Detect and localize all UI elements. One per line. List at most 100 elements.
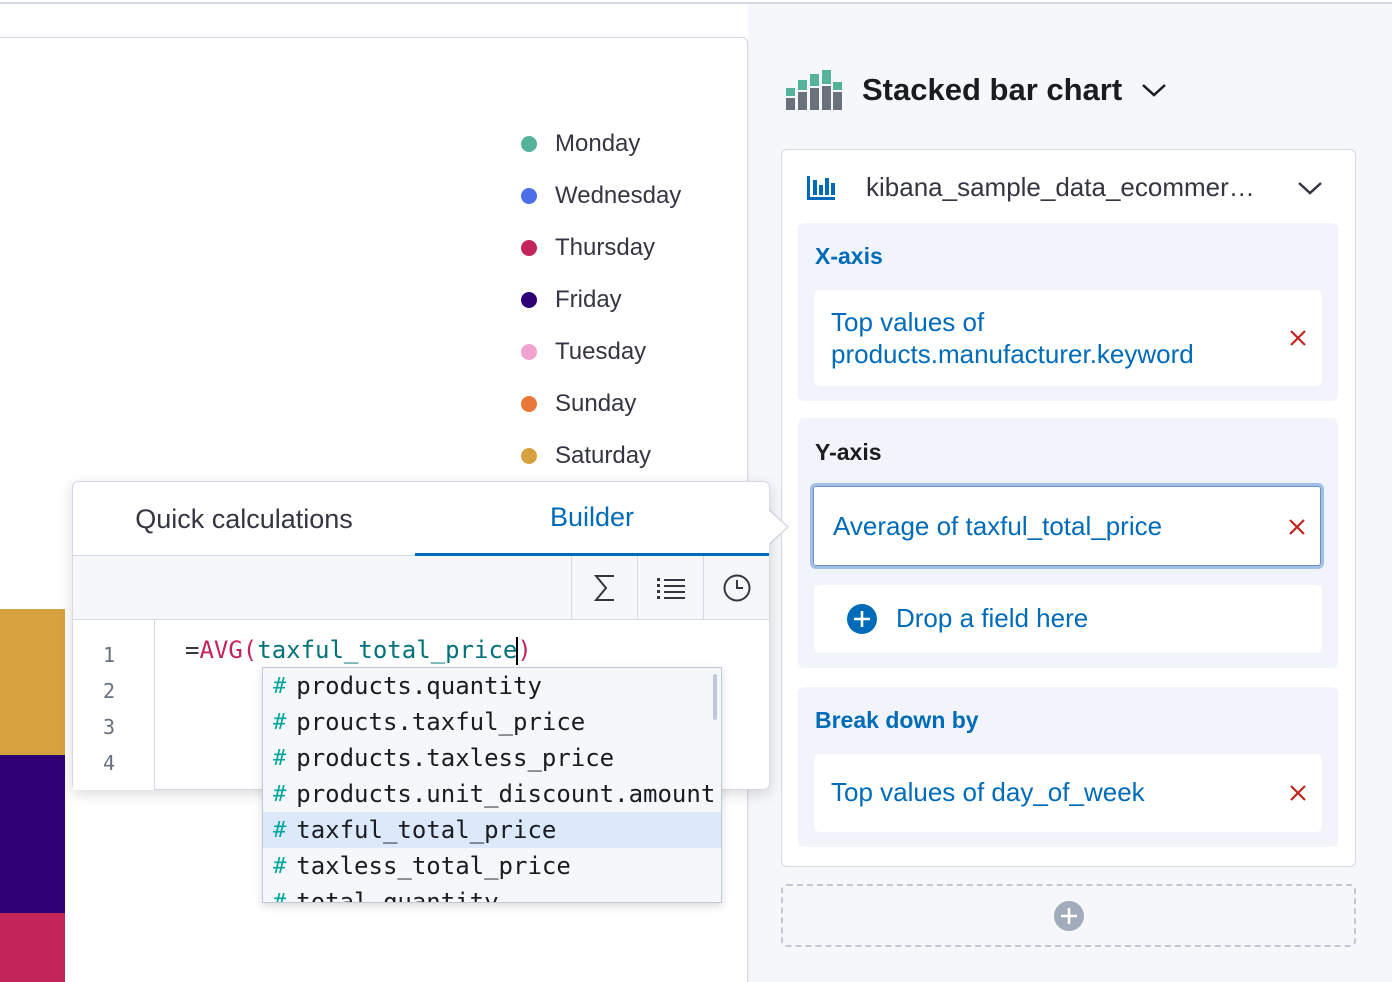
autocomplete-suggestions: # products.quantity # proucts.taxful_pri… (262, 667, 722, 903)
tab-quick-calculations[interactable]: Quick calculations (73, 482, 415, 556)
legend-label: Sunday (555, 390, 637, 417)
x-axis-dimension-label: Top values of products.manufacturer.keyw… (831, 307, 1194, 369)
suggestion-label: proucts.taxful_price (296, 708, 586, 736)
code-function: AVG( (199, 636, 258, 664)
legend-label: Thursday (555, 234, 656, 261)
drop-field-zone[interactable]: Drop a field here (814, 585, 1322, 653)
clock-icon (723, 574, 750, 602)
formula-toolbar (73, 556, 769, 620)
suggestion-label: total_quantity (296, 888, 499, 903)
chart-type-switcher[interactable]: Stacked bar chart (786, 70, 1168, 110)
code-close-paren: ) (517, 636, 532, 664)
legend-dot (521, 448, 537, 464)
y-axis-dimension-label: Average of taxful_total_price (833, 511, 1163, 541)
suggestion-label: taxful_total_price (296, 816, 557, 844)
suggestion-label: products.quantity (296, 672, 542, 700)
functions-button[interactable] (571, 556, 637, 620)
breakdown-title: Break down by (815, 707, 979, 733)
chevron-down-icon (1298, 181, 1322, 195)
breakdown-dimension-label: Top values of day_of_week (831, 777, 1145, 807)
legend-item[interactable]: Monday (521, 118, 681, 170)
x-axis-group: X-axis Top values of products.manufactur… (798, 223, 1338, 401)
legend-item[interactable]: Wednesday (521, 170, 681, 222)
legend-label: Monday (555, 130, 641, 157)
suggestion-item[interactable]: # proucts.taxful_price (263, 704, 721, 740)
plus-circle-icon (1053, 900, 1084, 931)
number-field-icon: # (273, 817, 287, 843)
code-argument: taxful_total_price (257, 636, 518, 664)
number-field-icon: # (273, 889, 287, 903)
close-icon[interactable] (1288, 328, 1308, 348)
plus-circle-icon (847, 604, 877, 634)
bar-segment-friday[interactable] (0, 755, 65, 913)
bar-segment-thursday[interactable] (0, 913, 65, 982)
reference-list-button[interactable] (637, 556, 703, 620)
x-axis-dimension[interactable]: Top values of products.manufacturer.keyw… (814, 290, 1322, 386)
close-icon[interactable] (1288, 783, 1308, 803)
legend-item[interactable]: Friday (521, 274, 681, 326)
tab-builder[interactable]: Builder (415, 482, 769, 556)
suggestion-item-selected[interactable]: # taxful_total_price (263, 812, 721, 848)
number-field-icon: # (273, 745, 287, 771)
x-axis-title: X-axis (815, 243, 883, 269)
suggestions-scrollbar[interactable] (713, 674, 717, 720)
add-layer-button[interactable] (781, 884, 1356, 947)
index-pattern-name: kibana_sample_data_ecommer… (866, 172, 1255, 202)
breakdown-dimension[interactable]: Top values of day_of_week (814, 754, 1322, 832)
chart-type-title: Stacked bar chart (862, 72, 1123, 107)
stacked-bar-chart-icon (786, 70, 842, 110)
legend-dot (521, 136, 537, 152)
drop-field-label: Drop a field here (896, 603, 1089, 633)
bar-segment-saturday[interactable] (0, 609, 65, 755)
line-number: 2 (103, 679, 116, 703)
list-icon (656, 578, 685, 599)
formula-code[interactable]: =AVG(taxful_total_price) (185, 636, 532, 665)
legend-dot (521, 292, 537, 308)
time-shift-button[interactable] (703, 556, 769, 620)
line-number: 4 (103, 751, 116, 775)
tab-label: Builder (549, 502, 635, 532)
chart-legend: Monday Wednesday Thursday Friday Tuesday… (521, 118, 681, 482)
legend-dot (521, 396, 537, 412)
breakdown-group: Break down by Top values of day_of_week (798, 687, 1338, 847)
suggestion-label: products.unit_discount.amount (296, 780, 716, 808)
suggestion-item[interactable]: # products.taxless_price (263, 740, 721, 776)
layer-config-panel: kibana_sample_data_ecommer… X-axis Top v… (781, 149, 1356, 867)
legend-label: Tuesday (555, 338, 647, 365)
legend-dot (521, 344, 537, 360)
tab-label: Quick calculations (135, 503, 353, 534)
number-field-icon: # (273, 673, 287, 699)
y-axis-title: Y-axis (815, 439, 882, 465)
line-number: 3 (103, 715, 116, 739)
line-number-gutter: 1 2 3 4 (73, 620, 155, 790)
suggestion-item[interactable]: # total_quantity (263, 884, 721, 903)
y-axis-group: Y-axis Average of taxful_total_price Dro… (798, 418, 1338, 668)
popover-arrow-fill (764, 506, 787, 548)
number-field-icon: # (273, 709, 287, 735)
y-axis-dimension[interactable]: Average of taxful_total_price (810, 483, 1324, 569)
legend-label: Saturday (555, 442, 652, 469)
sigma-icon (593, 575, 614, 601)
line-number: 1 (103, 643, 116, 667)
close-icon[interactable] (1287, 517, 1307, 537)
legend-item[interactable]: Tuesday (521, 326, 681, 378)
suggestion-label: products.taxless_price (296, 744, 615, 772)
legend-dot (521, 240, 537, 256)
code-equals: = (185, 636, 200, 664)
legend-item[interactable]: Saturday (521, 430, 681, 482)
number-field-icon: # (273, 781, 287, 807)
number-field-icon: # (273, 853, 287, 879)
chevron-down-icon (1142, 84, 1167, 97)
suggestion-item[interactable]: # products.quantity (263, 668, 721, 704)
suggestion-item[interactable]: # taxless_total_price (263, 848, 721, 884)
legend-label: Wednesday (555, 182, 682, 209)
suggestion-item[interactable]: # products.unit_discount.amount (263, 776, 721, 812)
suggestion-label: taxless_total_price (296, 852, 571, 880)
legend-item[interactable]: Sunday (521, 378, 681, 430)
legend-dot (521, 188, 537, 204)
index-pattern-icon (807, 175, 835, 200)
index-pattern-picker[interactable]: kibana_sample_data_ecommer… (806, 172, 1336, 203)
legend-label: Friday (555, 286, 622, 313)
popover-tabs: Quick calculations Builder (73, 482, 769, 556)
legend-item[interactable]: Thursday (521, 222, 681, 274)
